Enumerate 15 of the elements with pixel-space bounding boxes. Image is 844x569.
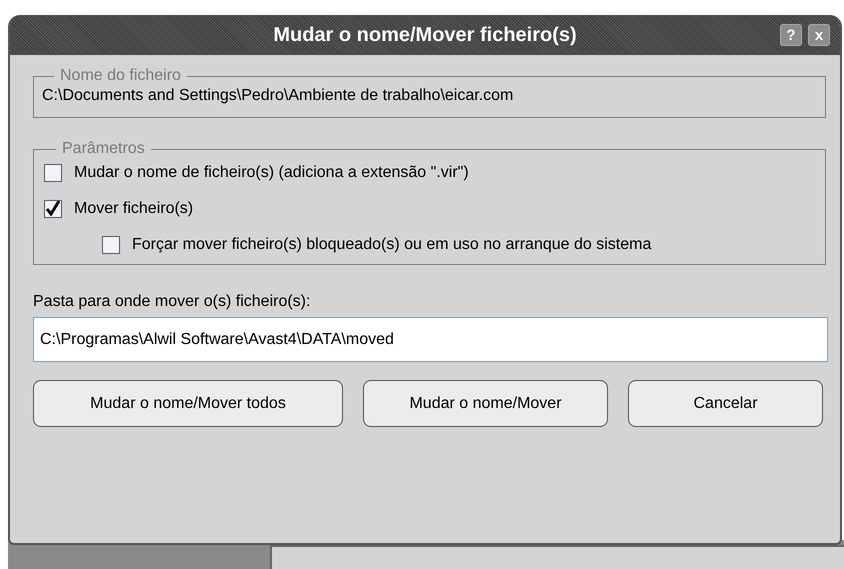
field-label: Pasta para onde mover o(s) ficheiro(s): <box>33 293 312 311</box>
dialog-button[interactable]: Mudar o nome/Mover <box>363 380 608 427</box>
checkbox[interactable] <box>44 200 62 218</box>
checkbox-option[interactable]: Forçar mover ficheiro(s) bloqueado(s) ou em uso no arranque do sistema <box>102 236 652 254</box>
checkbox[interactable] <box>44 164 62 182</box>
dialog-button[interactable]: Mudar o nome/Mover todos <box>33 380 343 427</box>
group-title: Parâmetros <box>61 140 146 158</box>
group-title: Nome do ficheiro <box>59 67 182 85</box>
checkbox-option[interactable]: Mover ficheiro(s) <box>44 200 194 218</box>
checkbox[interactable] <box>102 236 120 254</box>
dialog-button[interactable]: Cancelar <box>628 380 823 427</box>
folder-input-field[interactable]: C:\Programas\Alwil Software\Avast4\DATA\moved <box>33 317 828 362</box>
window-title: Mudar o nome/Mover ficheiro(s) <box>273 24 577 46</box>
file-path: C:\Documents and Settings\Pedro\Ambiente de trabalho\eicar.com <box>42 87 514 104</box>
checkbox-option[interactable]: Mudar o nome de ficheiro(s) (adiciona a extensão ".vir") <box>44 164 469 182</box>
